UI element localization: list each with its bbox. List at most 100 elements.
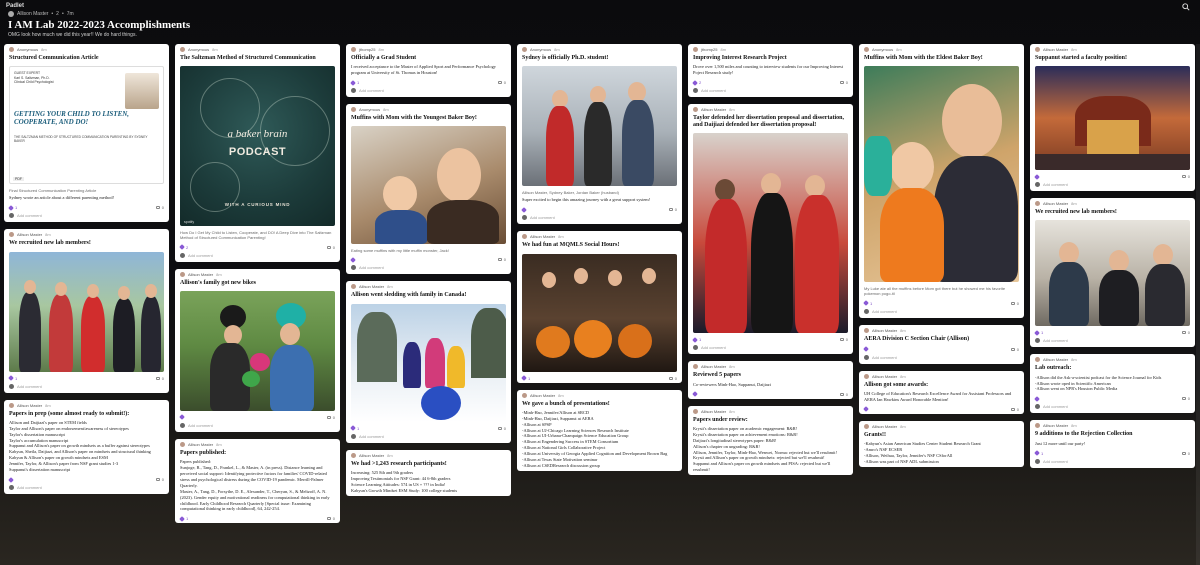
owner-name[interactable]: Allison Master — [17, 11, 48, 17]
post-card[interactable]: Allison Master 8m We recruited new lab me… — [4, 229, 169, 393]
comment-count[interactable]: 0 — [155, 205, 164, 210]
comment-count[interactable]: 0 — [839, 392, 848, 397]
post-card[interactable]: Allison Master 8m Reviewed 5 papers Co-re… — [688, 361, 853, 399]
like-button[interactable]: 1 — [521, 375, 530, 381]
add-comment[interactable]: Add comment — [1030, 337, 1195, 347]
attachment-photo[interactable] — [180, 290, 335, 411]
attachment-photo[interactable] — [1035, 66, 1190, 171]
add-comment[interactable]: Add comment — [175, 252, 340, 262]
like-button[interactable] — [863, 346, 870, 353]
vertical-scrollbar[interactable] — [1196, 44, 1200, 565]
comment-count[interactable]: 0 — [668, 207, 677, 212]
add-comment[interactable]: Add comment — [517, 214, 682, 224]
comment-count[interactable]: 0 — [326, 516, 335, 521]
attachment-photo[interactable] — [864, 66, 1019, 283]
post-card[interactable]: Allison Master 8m Allison got some awards… — [859, 370, 1024, 414]
attachment-photo[interactable] — [693, 133, 848, 334]
add-comment[interactable]: Add comment — [1030, 181, 1195, 191]
comment-count[interactable]: 0 — [1181, 174, 1190, 179]
post-card[interactable]: Allison Master 8m AERA Division C Section… — [859, 324, 1024, 364]
like-button[interactable]: 1 — [692, 337, 701, 343]
like-button[interactable] — [521, 206, 528, 213]
like-button[interactable] — [863, 406, 870, 413]
add-comment[interactable]: Add comment — [4, 212, 169, 222]
post-card[interactable]: Allison Master 8m Suppanut started a facu… — [1030, 44, 1195, 192]
post-card[interactable]: Anonymous 8m Structured Communication Art… — [4, 44, 169, 223]
add-comment[interactable]: Add comment — [4, 484, 169, 494]
post-card[interactable]: Allison Master 8m We had fun at MQMLS Soc… — [517, 231, 682, 383]
post-card[interactable]: Anonymous 8m Sydney is officially Ph.D. s… — [517, 44, 682, 225]
comment-count[interactable]: 0 — [326, 245, 335, 250]
comment-count[interactable]: 0 — [1181, 396, 1190, 401]
like-button[interactable]: 1 — [863, 300, 872, 306]
attachment-photo[interactable] — [351, 126, 506, 245]
attachment-photo[interactable] — [1035, 220, 1190, 327]
like-button[interactable]: 1 — [350, 425, 359, 431]
owner-avatar[interactable] — [8, 11, 14, 17]
post-card[interactable]: Allison Master 8m Taylor defended her dis… — [688, 104, 853, 355]
post-card[interactable]: Allison Master 8m Allison went sledding w… — [346, 281, 511, 443]
like-button[interactable] — [692, 391, 699, 397]
like-button[interactable] — [179, 414, 186, 421]
attachment-photo[interactable] — [522, 253, 677, 372]
add-comment[interactable]: Add comment — [859, 354, 1024, 364]
add-comment[interactable]: Add comment — [175, 422, 340, 432]
add-comment[interactable]: Add comment — [1030, 458, 1195, 468]
like-button[interactable]: 1 — [8, 204, 17, 211]
post-card[interactable]: Anonymous 8m The Saltzman Method of Struc… — [175, 44, 340, 262]
add-comment[interactable]: Add comment — [346, 264, 511, 274]
comment-count[interactable]: 0 — [1010, 301, 1019, 306]
post-card[interactable]: Allison Master 8m Lab outreach: -Allison … — [1030, 354, 1195, 414]
comment-count[interactable]: 0 — [1181, 330, 1190, 335]
add-comment[interactable]: Add comment — [1030, 403, 1195, 413]
like-button[interactable]: 1 — [1034, 450, 1043, 456]
attachment-photo[interactable] — [522, 66, 677, 187]
comment-count[interactable]: 0 — [497, 426, 506, 431]
add-comment[interactable]: Add comment — [859, 308, 1024, 318]
like-button[interactable] — [350, 257, 357, 263]
like-button[interactable]: 2 — [692, 79, 701, 86]
like-button[interactable] — [1034, 396, 1041, 402]
comment-count[interactable]: 0 — [839, 337, 848, 342]
post-card[interactable]: Anonymous 8m Muffins with Mom with the Yo… — [346, 104, 511, 275]
post-card[interactable]: Allison Master 8m We had >1,243 research … — [346, 449, 511, 496]
post-card[interactable]: jthomp25 8m Improving Interest Research P… — [688, 44, 853, 98]
like-button[interactable]: 2 — [179, 244, 188, 250]
comment-count[interactable]: 0 — [839, 80, 848, 85]
like-button[interactable] — [8, 476, 15, 483]
attachment-photo[interactable] — [351, 303, 506, 422]
comment-count[interactable]: 0 — [1010, 347, 1019, 352]
post-card[interactable]: Allison Master 8m We recruited new lab me… — [1030, 198, 1195, 348]
padlet-logo[interactable]: Padlet — [6, 3, 24, 9]
like-button[interactable]: 1 — [350, 79, 359, 86]
comment-count[interactable]: 0 — [1010, 407, 1019, 412]
post-card[interactable]: Allison Master 8m Grants!! -Kabyun's Asia… — [859, 420, 1024, 467]
add-comment[interactable]: Add comment — [4, 383, 169, 393]
add-comment[interactable]: Add comment — [688, 87, 853, 97]
comment-count[interactable]: 0 — [497, 80, 506, 85]
attachment-pdf-preview[interactable]: GUEST EXPERT Karl S. Saltzman, Ph.D. Cli… — [9, 66, 164, 185]
like-button[interactable]: 1 — [179, 516, 188, 522]
comment-count[interactable]: 0 — [326, 415, 335, 420]
post-card[interactable]: Allison Master 8m We gave a bunch of pres… — [517, 389, 682, 472]
like-button[interactable]: 1 — [1034, 330, 1043, 336]
attachment-podcast-cover[interactable]: a baker brain PODCAST WITH A CURIOUS MIN… — [180, 66, 335, 227]
attachment-photo[interactable] — [9, 251, 164, 372]
like-button[interactable]: 1 — [8, 375, 17, 381]
post-card[interactable]: Allison Master 8m Papers in prep (some al… — [4, 399, 169, 495]
post-card[interactable]: Allison Master 8m Papers under review: Kr… — [688, 405, 853, 476]
add-comment[interactable]: Add comment — [688, 344, 853, 354]
comment-count[interactable]: 0 — [668, 376, 677, 381]
search-icon[interactable] — [1182, 3, 1190, 11]
comment-count[interactable]: 0 — [155, 376, 164, 381]
comment-count[interactable]: 0 — [1181, 451, 1190, 456]
post-card[interactable]: Allison Master 8m Allison's family got ne… — [175, 268, 340, 432]
post-card[interactable]: Allison Master 8m 9 additions to the Reje… — [1030, 420, 1195, 468]
add-comment[interactable]: Add comment — [346, 433, 511, 443]
comment-count[interactable]: 0 — [155, 477, 164, 482]
add-comment[interactable]: Add comment — [346, 87, 511, 97]
comment-count[interactable]: 0 — [497, 257, 506, 262]
post-card[interactable]: jthomp25 8m Officially a Grad Student I r… — [346, 44, 511, 98]
like-button[interactable] — [1034, 173, 1041, 180]
post-card[interactable]: Allison Master 8m Papers published: Paper… — [175, 438, 340, 524]
